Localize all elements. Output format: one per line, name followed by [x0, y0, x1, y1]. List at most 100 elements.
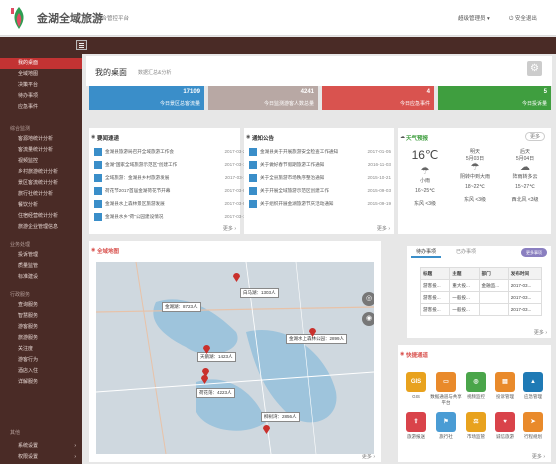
sidebar-item-lodging[interactable]: 住宿经营统计分析 — [0, 211, 82, 222]
app-label: 视频监控 — [467, 394, 485, 399]
list-item[interactable]: 荷花节2017首届金湖荷花节开幕 2017-03-08 — [94, 185, 248, 197]
sidebar-item-behavior[interactable]: 游客行为 — [0, 355, 82, 366]
app-title: 金湖全域旅游 — [37, 13, 103, 25]
menu-toggle-icon[interactable] — [76, 40, 87, 50]
map-marker-icon[interactable] — [263, 425, 270, 434]
sidebar-item-system[interactable]: 系统设置 › — [0, 441, 82, 452]
app-label: GIS — [412, 394, 420, 399]
more-items-badge[interactable]: 更多事项 — [521, 248, 547, 257]
sidebar-item-desktop[interactable]: 我的桌面 — [0, 58, 82, 69]
list-item[interactable]: 关于全县旅游市场秩序整治通知 2015-10-21 — [249, 172, 391, 184]
app-label: 行程规划 — [524, 434, 542, 439]
table-row[interactable]: 游客投... 重大投... 金融监... 2017-03... — [419, 279, 543, 292]
sidebar-item-map[interactable]: 全域地图 — [0, 69, 82, 80]
map-marker-icon[interactable] — [233, 273, 240, 282]
sidebar-item-standard[interactable]: 标准建设 — [0, 272, 82, 283]
list-item[interactable]: 金湖县水乡"荷"公园建设情况 2017-03-14 — [94, 211, 248, 223]
news-more-link[interactable]: 更多 › — [223, 225, 236, 232]
stat-visitor-flow[interactable]: 17109 今日景区总客流量 — [89, 86, 204, 110]
monitor-icon[interactable]: ▭ — [436, 372, 456, 392]
list-item[interactable]: 关于做好春节假期旅游工作通知 2016-11-03 — [249, 159, 391, 171]
map-label[interactable]: 柳树湾：2856人 — [261, 412, 300, 422]
map-label[interactable]: 金湖湖：8723人 — [162, 302, 201, 312]
zoom-control-icon[interactable]: ◎ — [362, 292, 374, 306]
map-marker-icon[interactable] — [309, 328, 316, 337]
stat-complaints[interactable]: 5 今日投诉量 — [438, 86, 551, 110]
layer-toggle-icon[interactable]: ◉ — [362, 312, 374, 326]
sidebar-item-rural[interactable]: 乡村旅游统计分析 — [0, 167, 82, 178]
table-header: 标题 主题 部门 发布时间 — [419, 267, 543, 280]
notice-icon: ◉ — [246, 134, 251, 140]
sidebar-item-smart[interactable]: 智慧服务 — [0, 311, 82, 322]
list-item[interactable]: 金湖县旅游局召开全域旅游工作会 2017-03-24 — [94, 146, 248, 158]
app-header: 金湖全域旅游 综合管控平台 超级管理员 ▾ ⏻ 安全退出 — [0, 0, 556, 36]
news-panel: ◉ 要闻速递 金湖县旅游局召开全域旅游工作会 2017-03-24 金湖"国家全域… — [89, 128, 248, 234]
sidebar: 我的桌面 全域地图 决策平台 待办事项 应急事件 综合监测 客源地统计分析 客流… — [0, 54, 82, 464]
flag-icon[interactable]: ⚑ — [436, 412, 456, 432]
weather-day-after: 后天 5月04日 ☁ 阵雨转多云 15~27℃ 西北风 <3级 — [502, 148, 548, 203]
weather-more-button[interactable]: 更多 — [524, 132, 545, 141]
map-marker-icon[interactable] — [203, 345, 210, 354]
list-item[interactable]: 全域旅游：金湖县乡村旅游发展 2017-03-11 — [94, 172, 248, 184]
document-icon — [94, 186, 102, 195]
list-item[interactable]: 金湖"国家全域旅游示范区"创建工作 2017-03-15 — [94, 159, 248, 171]
upload-icon[interactable]: ⇧ — [406, 412, 426, 432]
camera-icon[interactable]: ◎ — [466, 372, 486, 392]
sidebar-item-attention[interactable]: 关注度 — [0, 344, 82, 355]
list-item[interactable]: 金湖县关于开展旅游安全检查工作通知 2017-01-05 — [249, 146, 391, 158]
sidebar-item-quality[interactable]: 质量监管 — [0, 261, 82, 272]
document-icon — [94, 160, 102, 169]
tourism-map[interactable]: 白马湖：1303人 金湖湖：8723人 金湖水上森林公园：2899人 天鹅湖：1… — [96, 262, 374, 454]
handshake-icon[interactable]: ♥ — [495, 412, 515, 432]
sidebar-item-hotel[interactable]: 酒店入住 — [0, 366, 82, 377]
sidebar-item-query[interactable]: 查询服务 — [0, 300, 82, 311]
sidebar-item-permission[interactable]: 权限设置 › — [0, 452, 82, 463]
alert-icon[interactable]: ▲ — [523, 372, 543, 392]
chevron-right-icon: › — [74, 443, 76, 449]
map-marker-icon[interactable] — [201, 375, 208, 384]
document-icon[interactable]: ▤ — [495, 372, 515, 392]
settings-gear-icon[interactable]: ⚙ — [527, 61, 542, 76]
sidebar-group-monitor: 综合监测 — [10, 126, 31, 132]
table-row[interactable]: 游客投... 一般投... 2017-03... — [419, 291, 543, 304]
map-label[interactable]: 金湖水上森林公园：2899人 — [286, 334, 348, 344]
sidebar-item-complaint[interactable]: 投诉管理 — [0, 250, 82, 261]
sidebar-item-flow[interactable]: 客流量统计分析 — [0, 145, 82, 156]
stat-monitor-count[interactable]: 4241 今日监测游客人数总量 — [208, 86, 318, 110]
gis-icon[interactable]: GIS — [406, 372, 426, 392]
map-label[interactable]: 荷花荡：4223人 — [196, 388, 235, 398]
user-menu[interactable]: 超级管理员 ▾ — [458, 14, 490, 22]
app-label: 旅行社 — [439, 434, 453, 439]
sidebar-item-source[interactable]: 客源地统计分析 — [0, 134, 82, 145]
stat-emergency[interactable]: 4 今日应急事件 — [322, 86, 434, 110]
sidebar-item-todo[interactable]: 待办事项 — [0, 91, 82, 102]
todo-more-link[interactable]: 更多 › — [534, 329, 547, 336]
tab-done[interactable]: 已办事项 — [451, 246, 481, 258]
sidebar-item-visitor[interactable]: 游客服务 — [0, 322, 82, 333]
document-icon — [249, 147, 257, 156]
sidebar-item-emergency[interactable]: 应急事件 — [0, 102, 82, 113]
notice-more-link[interactable]: 更多 › — [377, 225, 390, 232]
sidebar-item-agency[interactable]: 旅行社统计分析 — [0, 189, 82, 200]
sidebar-item-enterprise[interactable]: 旅游企业管理信息 — [0, 222, 82, 233]
sidebar-item-travel[interactable]: 旅游服务 — [0, 333, 82, 344]
sidebar-item-video[interactable]: 视频监控 — [0, 156, 82, 167]
list-item[interactable]: 关于开展全域旅游示范区创建工作 2015-09-03 — [249, 185, 391, 197]
sidebar-item-detail[interactable]: 详解服务 — [0, 377, 82, 388]
route-icon[interactable]: ➤ — [523, 412, 543, 432]
scale-icon[interactable]: ⚖ — [466, 412, 486, 432]
map-more-link[interactable]: 更多 › — [362, 453, 375, 460]
sidebar-item-scenic[interactable]: 景区客流统计分析 — [0, 178, 82, 189]
page-header: 我的桌面 数据汇总&分析 ⚙ — [86, 56, 552, 86]
sidebar-item-dining[interactable]: 餐饮分析 — [0, 200, 82, 211]
page-title: 我的桌面 — [95, 68, 127, 77]
tab-todo[interactable]: 待办事项 — [411, 246, 442, 258]
map-label[interactable]: 白马湖：1303人 — [240, 288, 279, 298]
list-item[interactable]: 关于组织开展金湖旅游节庆活动通知 2015-09-19 — [249, 198, 391, 210]
document-icon — [249, 173, 257, 182]
table-row[interactable]: 游客投... 一般投... 2017-03... — [419, 303, 543, 316]
list-item[interactable]: 金湖县水上森林景区旅游发展 2017-03-02 — [94, 198, 248, 210]
logout-button[interactable]: ⏻ 安全退出 — [509, 14, 537, 23]
sidebar-item-decision[interactable]: 决策平台 — [0, 80, 82, 91]
apps-more-link[interactable]: 更多 › — [532, 453, 545, 460]
